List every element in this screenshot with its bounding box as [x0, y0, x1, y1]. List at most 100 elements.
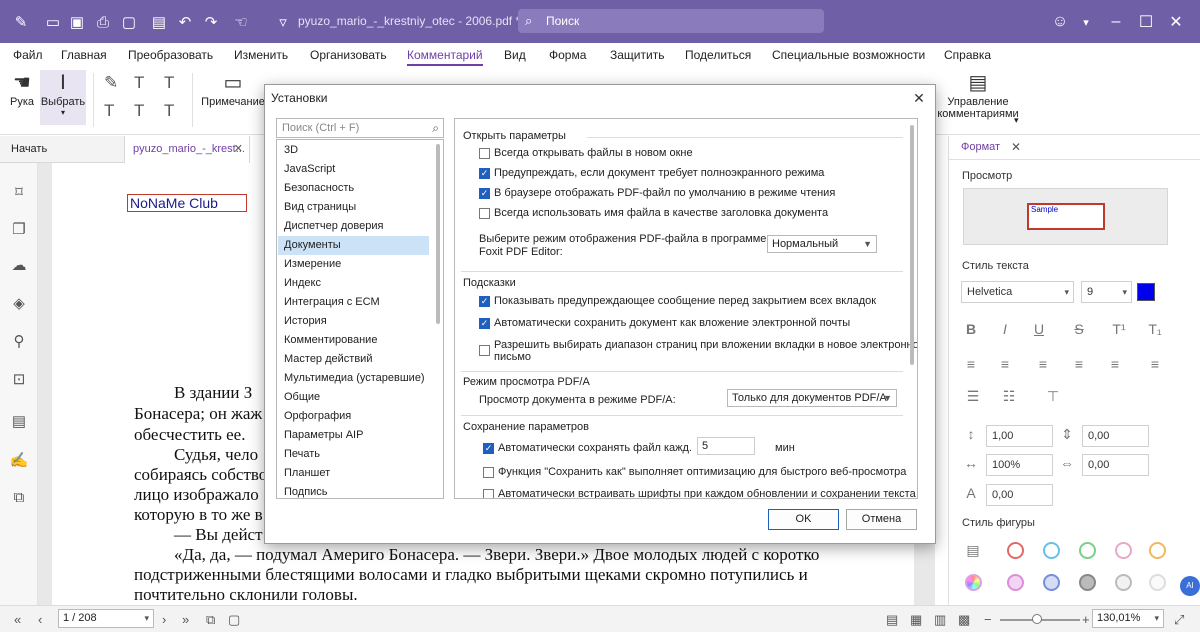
category-item[interactable]: Мастер действий [278, 350, 429, 369]
note-button[interactable]: ▭ Примечание [201, 70, 265, 108]
customize-dropdown-icon[interactable]: ▿ [272, 11, 294, 33]
checkbox[interactable] [479, 208, 490, 219]
color-wheel-icon[interactable] [965, 574, 982, 591]
redo-icon[interactable]: ↷ [200, 11, 222, 33]
category-item[interactable]: JavaScript [278, 160, 429, 179]
cb-save-as-optimize[interactable]: Функция "Сохранить как" выполняет оптими… [483, 466, 906, 478]
cb-page-range[interactable]: Разрешить выбирать диапазон страниц при … [479, 339, 917, 363]
minimize-icon[interactable]: – [1104, 10, 1128, 34]
bold-icon[interactable]: B [961, 321, 981, 337]
checkbox[interactable] [479, 345, 490, 356]
superscript-icon[interactable]: T¹ [1109, 321, 1129, 337]
fullscreen-icon[interactable]: ⤢ [1174, 612, 1184, 628]
menu-view[interactable]: Вид [504, 48, 526, 62]
category-item[interactable]: Диспетчер доверия [278, 217, 429, 236]
numbered-list-icon[interactable]: ☷ [999, 388, 1019, 405]
tab-document[interactable]: pyuzo_mario_-_krest... ✕ [124, 136, 250, 163]
category-item[interactable]: Безопасность [278, 179, 429, 198]
style-circle-green[interactable] [1079, 542, 1096, 559]
zoom-in-icon[interactable]: + [1082, 612, 1090, 627]
settings-scrollbar[interactable] [910, 125, 914, 365]
document-icon[interactable]: ▤ [9, 412, 29, 432]
align-center-icon[interactable]: ≡ [995, 356, 1015, 372]
cb-filename-title[interactable]: Всегда использовать имя файла в качестве… [479, 207, 828, 219]
menu-file[interactable]: Файл [13, 48, 43, 62]
baseline-offset-select[interactable]: 0,00 [986, 484, 1053, 506]
previous-page-icon[interactable]: ‹ [38, 612, 42, 627]
justify-all-icon[interactable]: ≡ [1145, 356, 1165, 372]
category-item[interactable]: Планшет [278, 464, 429, 483]
menu-share[interactable]: Поделиться [685, 48, 751, 62]
two-page-icon[interactable]: ▥ [934, 612, 946, 628]
checkbox-checked[interactable]: ✓ [479, 168, 490, 179]
format-close-icon[interactable]: ✕ [1011, 140, 1021, 154]
category-item-selected[interactable]: Документы [278, 236, 429, 255]
category-item[interactable]: Печать [278, 445, 429, 464]
replace-text-icon[interactable]: T [134, 101, 144, 121]
text-color-swatch[interactable] [1137, 283, 1155, 301]
page-number-input[interactable]: 1 / 208 ▾ [58, 609, 154, 628]
new-document-icon[interactable]: ▢ [118, 11, 140, 33]
menu-convert[interactable]: Преобразовать [128, 48, 213, 62]
bullet-list-icon[interactable]: ☰ [963, 388, 983, 405]
checkbox-checked[interactable]: ✓ [479, 296, 490, 307]
underline-text-icon[interactable]: T [134, 73, 144, 93]
layers-icon[interactable]: ◈ [9, 294, 29, 314]
copy-page-icon[interactable]: ⧉ [206, 612, 215, 628]
menu-edit[interactable]: Изменить [234, 48, 288, 62]
zoom-out-icon[interactable]: − [984, 612, 992, 627]
single-page-icon[interactable]: ▤ [886, 612, 898, 628]
fit-page-icon[interactable]: ▢ [228, 612, 240, 628]
zoom-slider-thumb[interactable] [1032, 614, 1042, 624]
last-page-icon[interactable]: » [182, 612, 189, 627]
strikethrough-icon[interactable]: S [1069, 321, 1089, 337]
category-search-input[interactable]: Поиск (Ctrl + F) ⌕ [276, 118, 444, 138]
category-item[interactable]: Подпись [278, 483, 429, 498]
manage-comments-dropdown-icon[interactable]: ▾ [1014, 115, 1019, 126]
next-page-icon[interactable]: › [162, 612, 166, 627]
justify-last-icon[interactable]: ≡ [1105, 356, 1125, 372]
menu-help[interactable]: Справка [944, 48, 991, 62]
hand-button[interactable]: ☚ Рука [8, 70, 36, 108]
first-page-icon[interactable]: « [14, 612, 21, 627]
style-circle-red[interactable] [1007, 542, 1024, 559]
ai-assistant-icon[interactable]: AI [1180, 576, 1200, 596]
subscript-icon[interactable]: T₁ [1145, 321, 1165, 337]
open-folder-icon[interactable]: ▭ [42, 11, 64, 33]
category-item[interactable]: Орфография [278, 407, 429, 426]
align-right-icon[interactable]: ≡ [1033, 356, 1053, 372]
manage-comments-button[interactable]: ▤ Управление комментариями [937, 70, 1018, 120]
insert-text-icon[interactable]: T [164, 101, 174, 121]
sign-icon[interactable]: ✍ [9, 451, 29, 471]
category-item[interactable]: 3D [278, 141, 429, 160]
menu-form[interactable]: Форма [549, 48, 586, 62]
search-input[interactable]: ⌕ Поиск [518, 9, 824, 33]
hand-tool-icon[interactable]: ☜ [230, 11, 252, 33]
checkbox-checked[interactable]: ✓ [479, 188, 490, 199]
shape-style-preview-icon[interactable]: ▤ [963, 542, 983, 559]
justify-icon[interactable]: ≡ [1069, 356, 1089, 372]
security-icon[interactable]: ⊡ [9, 370, 29, 390]
strikeout-text-icon[interactable]: T [164, 73, 174, 93]
checkbox[interactable] [483, 467, 494, 478]
style-circle-filled-blue[interactable] [1043, 574, 1060, 591]
zoom-input[interactable]: 130,01% ▾ [1092, 609, 1164, 628]
continuous-page-icon[interactable]: ▦ [910, 612, 922, 628]
save-icon[interactable]: ▣ [66, 11, 88, 33]
account-icon[interactable]: ☺ [1048, 10, 1072, 34]
style-circle-filled-pink[interactable] [1007, 574, 1024, 591]
pdfa-mode-select[interactable]: Только для документов PDF/A ▼ [727, 389, 897, 407]
ok-button[interactable]: OK [768, 509, 839, 530]
cb-autosave-attachment[interactable]: ✓ Автоматически сохранить документ как вл… [479, 317, 850, 329]
category-item[interactable]: Измерение [278, 255, 429, 274]
menu-protect[interactable]: Защитить [610, 48, 664, 62]
select-button[interactable]: Ⅰ Выбрать ▾ [40, 70, 86, 125]
cb-embed-fonts[interactable]: Автоматически встраивать шрифты при кажд… [483, 488, 916, 498]
category-item[interactable]: Параметры AIP [278, 426, 429, 445]
cb-new-window[interactable]: Всегда открывать файлы в новом окне [479, 147, 693, 159]
category-item[interactable]: Интеграция с ECM [278, 293, 429, 312]
menu-home[interactable]: Главная [61, 48, 107, 62]
character-spacing-select[interactable]: 0,00 [1082, 454, 1149, 476]
category-item[interactable]: Вид страницы [278, 198, 429, 217]
menu-organize[interactable]: Организовать [310, 48, 387, 62]
